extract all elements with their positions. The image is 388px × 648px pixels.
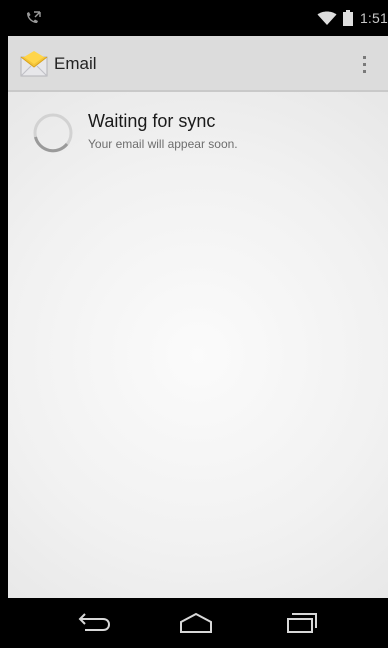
- battery-icon: [342, 10, 353, 26]
- status-bar: 1:51: [8, 0, 388, 36]
- spinner-icon: [33, 113, 73, 153]
- navigation-bar: [8, 598, 388, 648]
- overflow-dot: [362, 69, 366, 73]
- wifi-icon: [317, 11, 337, 25]
- sync-status-subtitle: Your email will appear soon.: [88, 137, 238, 151]
- recents-button[interactable]: [280, 608, 324, 638]
- back-button[interactable]: [70, 608, 114, 638]
- email-app-icon[interactable]: [20, 50, 48, 78]
- home-icon: [180, 612, 212, 633]
- message-list-area: Waiting for sync Your email will appear …: [8, 92, 388, 598]
- call-icon: [27, 11, 41, 23]
- overflow-dot: [362, 62, 366, 66]
- app-title: Email: [54, 54, 97, 73]
- home-button[interactable]: [174, 608, 218, 638]
- action-bar: Email: [8, 36, 388, 92]
- overflow-menu-button[interactable]: [358, 49, 370, 79]
- status-time: 1:51: [359, 10, 388, 26]
- phone-screen: 1:51 Email Waiting for sync Your email w…: [8, 0, 388, 648]
- recents-icon: [287, 613, 317, 633]
- back-icon: [78, 613, 111, 631]
- overflow-dot: [362, 55, 366, 59]
- sync-status-title: Waiting for sync: [88, 111, 216, 131]
